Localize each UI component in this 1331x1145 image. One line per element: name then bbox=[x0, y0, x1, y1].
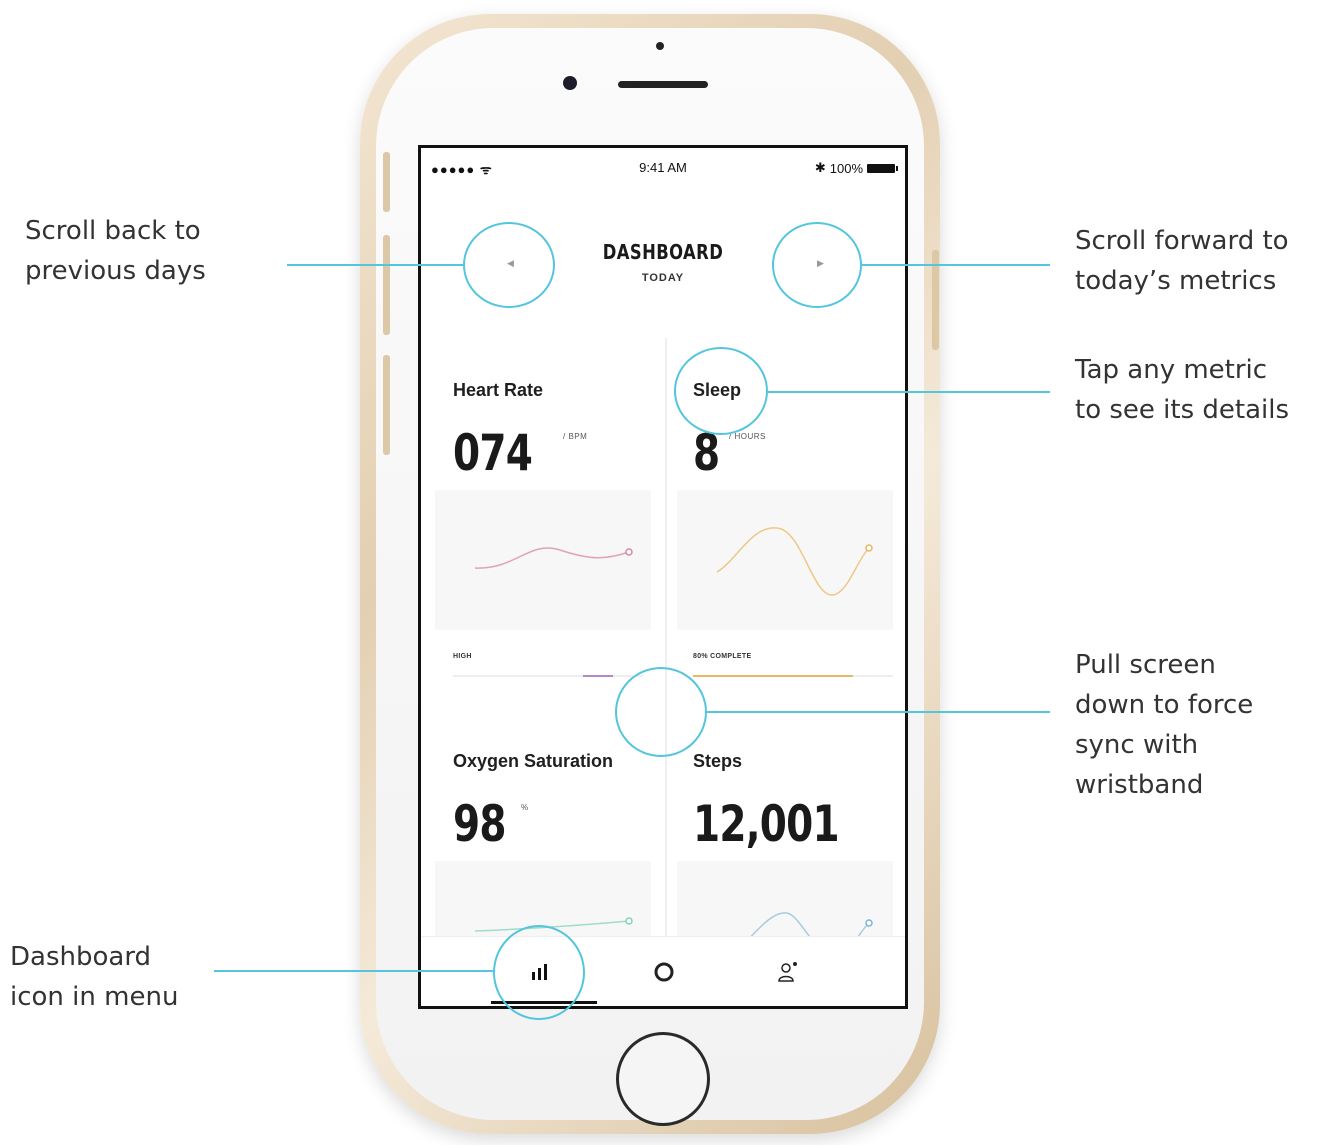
heart-rate-status: HIGH bbox=[453, 653, 472, 660]
heart-rate-sparkline bbox=[474, 547, 633, 569]
sleep-progress-label: 80% COMPLETE bbox=[693, 653, 752, 660]
volume-down-button bbox=[383, 355, 390, 455]
steps-title: Steps bbox=[693, 751, 743, 771]
ring-icon bbox=[654, 962, 674, 982]
heart-rate-title: Heart Rate bbox=[453, 380, 544, 400]
annotation-dashboard-icon: Dashboard icon in menu bbox=[10, 942, 179, 1012]
battery-icon bbox=[867, 163, 898, 173]
heart-rate-chart[interactable] bbox=[435, 490, 651, 630]
heart-rate-unit: / BPM bbox=[563, 432, 588, 441]
heart-rate-value: 074 bbox=[453, 424, 533, 482]
annotation-scroll-forward: Scroll forward to today’s metrics bbox=[1075, 226, 1289, 296]
annotation-scroll-back: Scroll back to previous days bbox=[25, 216, 206, 286]
profile-icon bbox=[778, 962, 797, 982]
callout-line-pull bbox=[707, 711, 1050, 713]
callout-circle-next bbox=[772, 222, 862, 308]
volume-up-button bbox=[383, 235, 390, 335]
callout-circle-menu bbox=[493, 925, 585, 1020]
battery-percent: 100% bbox=[829, 160, 863, 176]
sleep-chart[interactable] bbox=[677, 490, 893, 630]
sleep-unit: / HOURS bbox=[729, 432, 766, 441]
sleep-progress-track bbox=[693, 675, 893, 677]
callout-line-tap bbox=[768, 391, 1050, 393]
status-right-group: ✱ 100% bbox=[814, 160, 898, 176]
tab-activity[interactable] bbox=[649, 959, 679, 985]
status-bar: ●●●●● ᯤ 9:41 AM ✱ 100% bbox=[421, 148, 905, 188]
callout-line-prev bbox=[287, 264, 463, 266]
tab-profile[interactable] bbox=[773, 959, 803, 985]
sleep-progress-fill bbox=[693, 675, 853, 677]
home-button[interactable] bbox=[616, 1032, 710, 1126]
oxygen-title: Oxygen Saturation bbox=[453, 751, 614, 771]
callout-line-menu bbox=[214, 970, 493, 972]
oxygen-unit: % bbox=[521, 803, 529, 812]
callout-circle-prev bbox=[463, 222, 555, 308]
oxygen-value: 98 bbox=[453, 795, 506, 853]
annotation-tap-metric: Tap any metric to see its details bbox=[1075, 355, 1290, 425]
front-camera bbox=[563, 76, 577, 90]
steps-value: 12,001 bbox=[693, 795, 840, 853]
bluetooth-icon: ✱ bbox=[814, 160, 826, 175]
earpiece-speaker bbox=[618, 81, 708, 88]
heart-rate-track bbox=[453, 675, 643, 677]
annotation-pull-sync: Pull screen down to force sync with wris… bbox=[1075, 650, 1254, 800]
callout-circle-tap bbox=[674, 347, 768, 435]
mute-switch bbox=[383, 152, 390, 212]
callout-line-next bbox=[862, 264, 1050, 266]
callout-circle-pull bbox=[615, 667, 707, 757]
heart-rate-track-marker bbox=[583, 675, 613, 677]
sleep-sparkline bbox=[716, 527, 873, 596]
proximity-sensor bbox=[656, 42, 664, 50]
